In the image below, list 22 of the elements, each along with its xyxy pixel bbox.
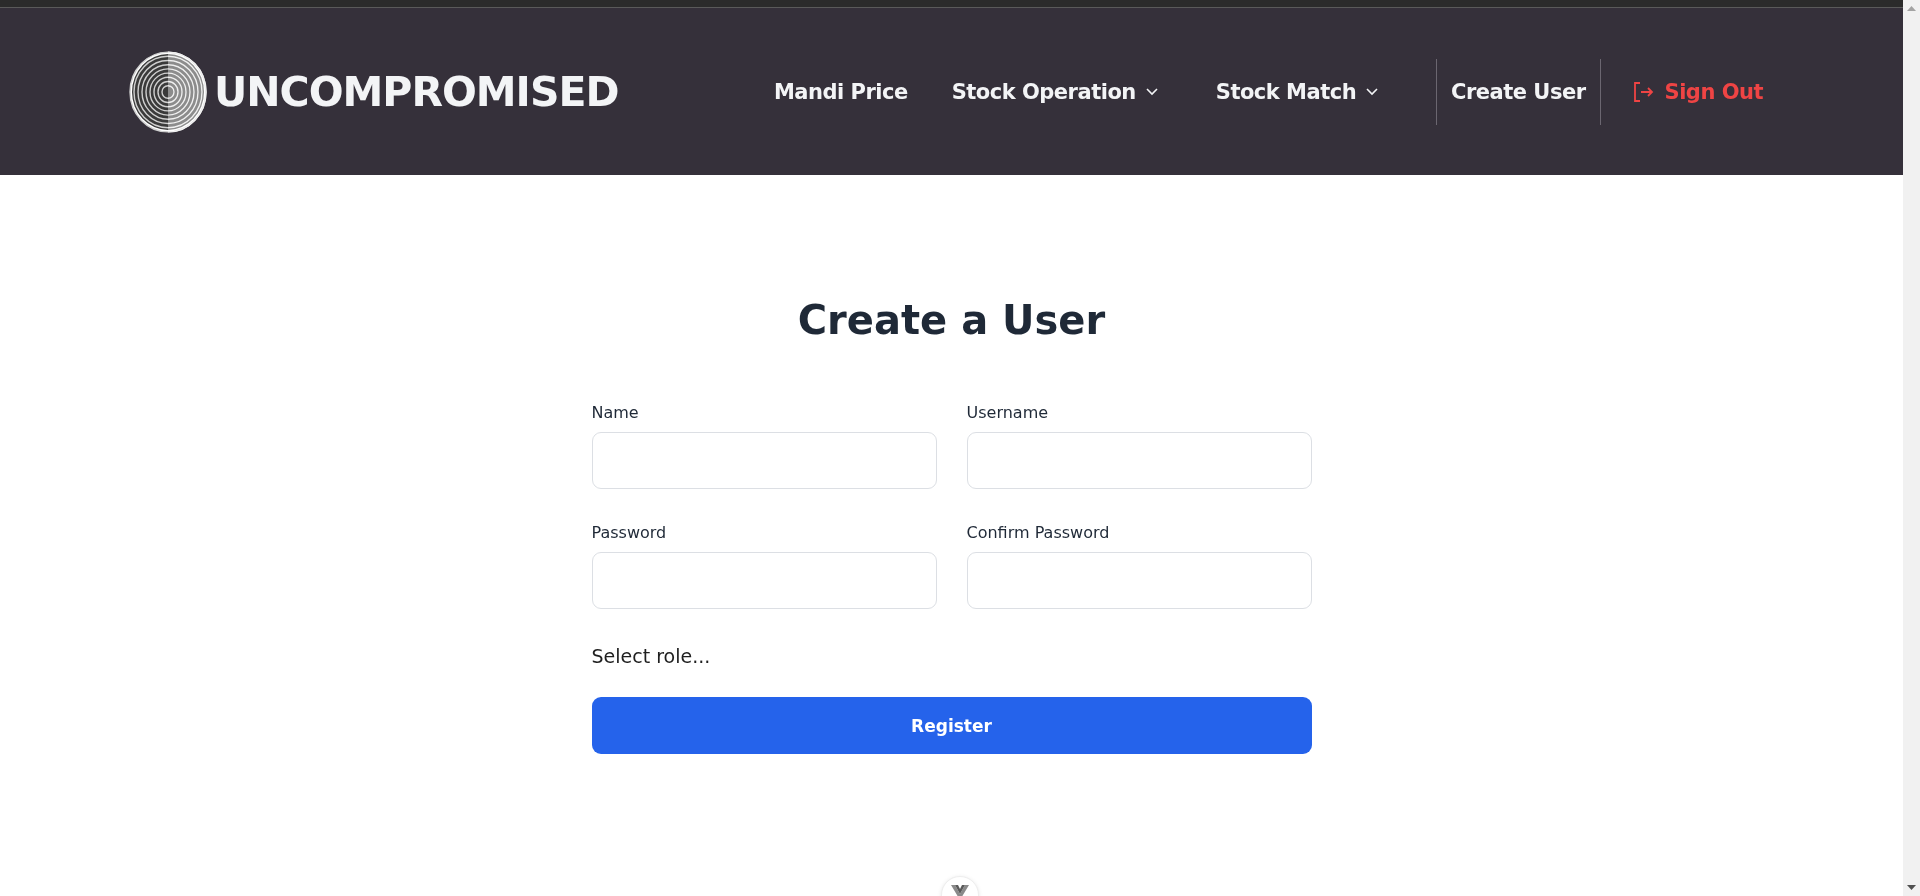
input-field[interactable]	[966, 432, 1312, 489]
scroll-down-icon[interactable]	[1907, 885, 1916, 891]
field-label: Password	[591, 523, 668, 542]
chevron-down-icon	[1145, 87, 1158, 96]
tree-ring-logo-icon	[128, 49, 208, 134]
role-select[interactable]: Select role...	[591, 645, 711, 667]
field-label: Username	[966, 403, 1050, 422]
page-title: Create a User	[797, 297, 1106, 343]
field-label: Name	[591, 403, 640, 422]
nav-link[interactable]: Create User	[1436, 58, 1601, 125]
input-field[interactable]	[591, 552, 937, 609]
field-label: Confirm Password	[966, 523, 1111, 542]
register-button[interactable]: Register	[591, 697, 1312, 754]
scroll-up-icon[interactable]	[1907, 5, 1916, 11]
nav-dropdown[interactable]: Stock Match	[1215, 79, 1437, 104]
input-field[interactable]	[966, 552, 1312, 609]
chevron-down-icon	[1366, 87, 1379, 96]
brand-name: UNCOMPROMISED	[214, 67, 619, 116]
v-logo-icon	[951, 885, 969, 896]
nav-dropdown[interactable]: Stock Operation	[951, 79, 1216, 104]
input-field[interactable]	[591, 432, 937, 489]
nav-link[interactable]: Mandi Price	[773, 79, 952, 104]
